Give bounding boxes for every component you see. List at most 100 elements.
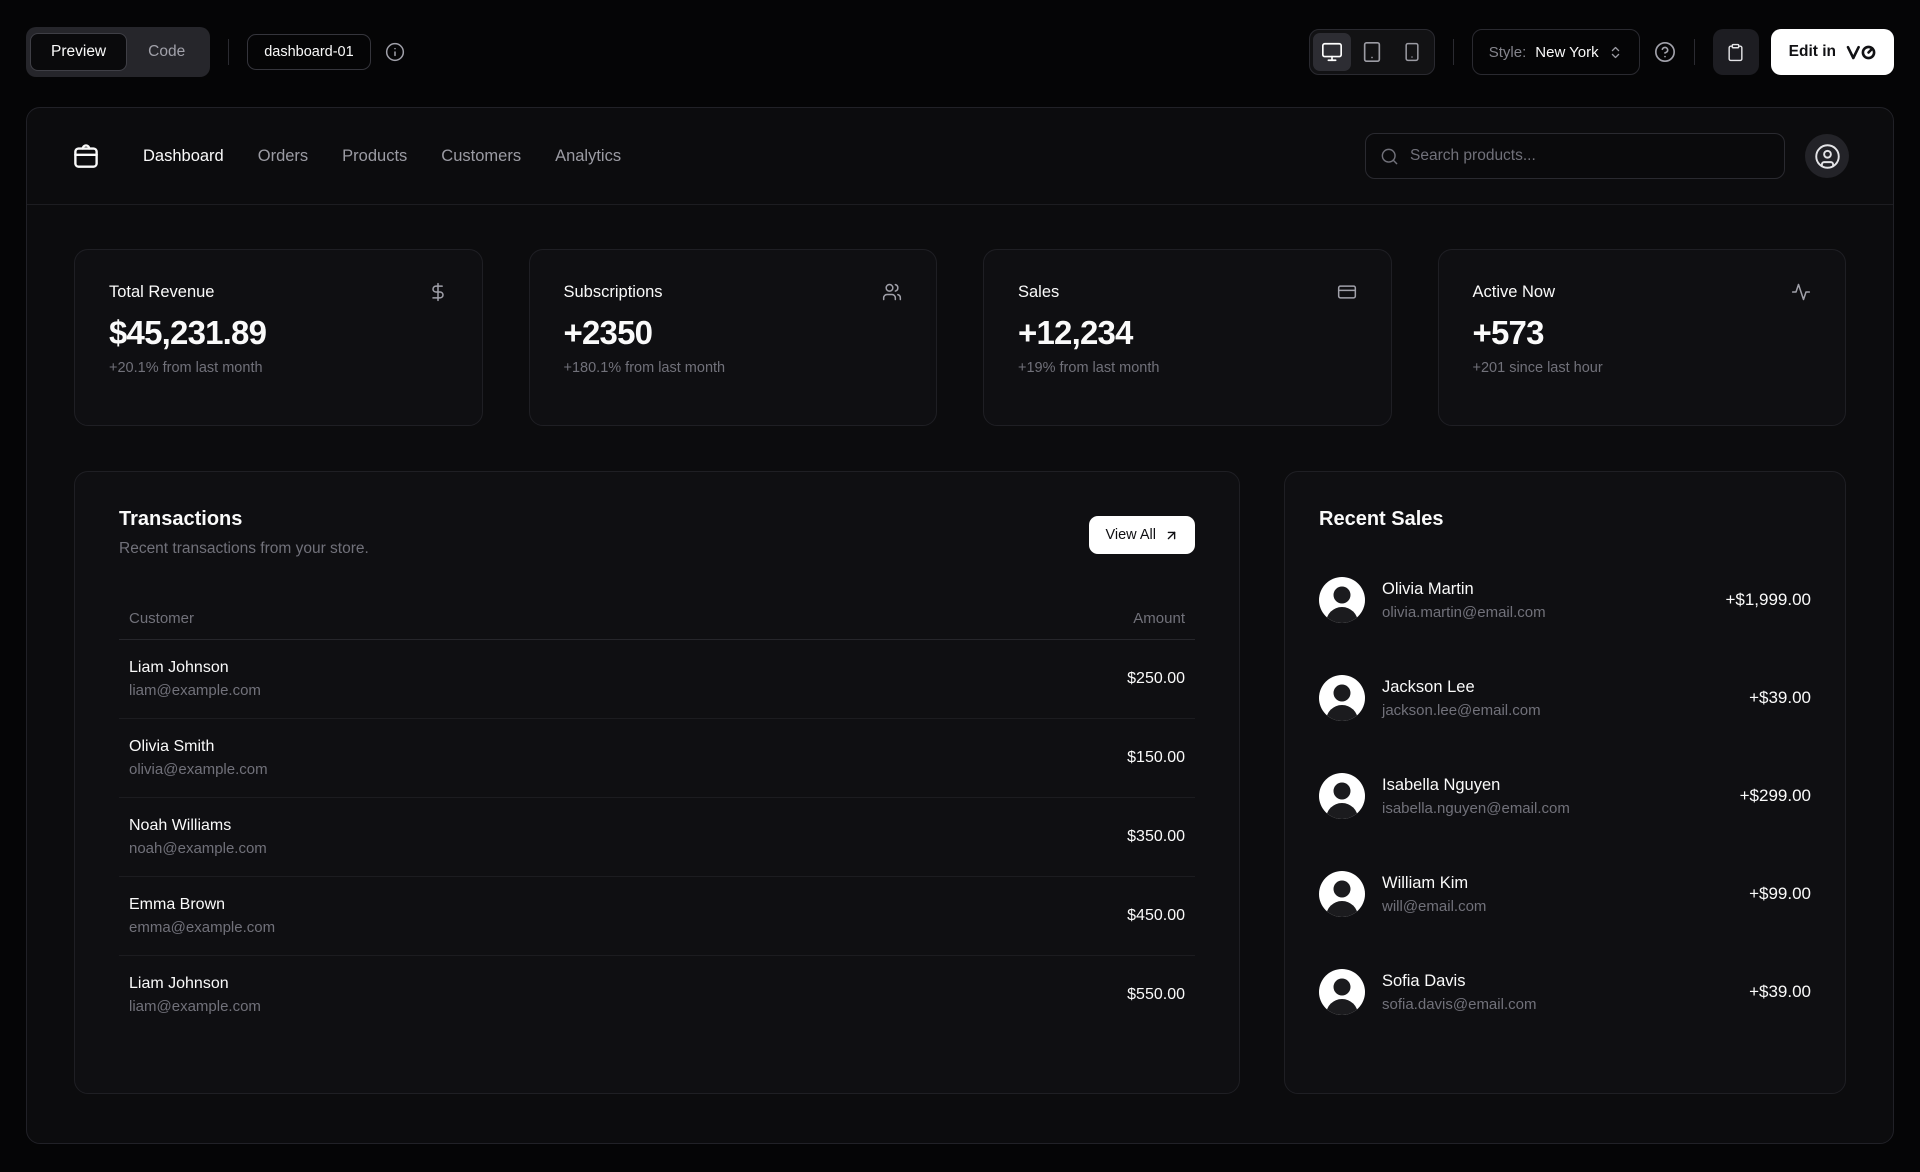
nav-links: Dashboard Orders Products Customers Anal…: [143, 147, 621, 166]
tablet-icon[interactable]: [1353, 33, 1391, 71]
transaction-amount: $250.00: [1127, 670, 1185, 687]
copy-code-button[interactable]: [1712, 29, 1759, 75]
customer-email: liam@example.com: [129, 998, 261, 1015]
transactions-title: Transactions: [119, 508, 243, 530]
avatar: [1319, 773, 1365, 819]
nav-orders[interactable]: Orders: [258, 147, 308, 166]
stat-value: +573: [1472, 314, 1545, 351]
stat-value: $45,231.89: [109, 314, 267, 351]
stat-value: +2350: [563, 314, 653, 351]
dashboard-content: Total Revenue $45,231.89 +20.1% from las…: [27, 205, 1893, 1094]
style-value: New York: [1535, 43, 1599, 61]
user-circle-icon: [1814, 143, 1840, 169]
stat-value: +12,234: [1018, 314, 1133, 351]
stat-change: +180.1% from last month: [563, 360, 726, 376]
sale-email: olivia.martin@email.com: [1382, 603, 1546, 621]
transaction-amount: $350.00: [1127, 828, 1185, 845]
edit-in-v0-label: Edit in: [1788, 43, 1836, 60]
stat-card-active-now: Active Now +573 +201 since last hour: [1437, 249, 1846, 426]
v0-logo: [1846, 45, 1876, 59]
search-box: [1365, 133, 1785, 179]
tab-preview[interactable]: Preview: [30, 33, 128, 71]
clipboard-icon: [1728, 43, 1743, 61]
transaction-amount: $450.00: [1127, 907, 1185, 924]
sale-amount: +$39.00: [1749, 982, 1811, 1001]
search-input[interactable]: [1410, 147, 1770, 165]
stat-change: +19% from last month: [1018, 360, 1160, 376]
avatar: [1319, 675, 1365, 721]
list-item: Jackson Lee jackson.lee@email.com +$39.0…: [1319, 659, 1811, 737]
view-all-label: View All: [1105, 527, 1156, 543]
app-navbar: Dashboard Orders Products Customers Anal…: [27, 108, 1893, 205]
sale-email: isabella.nguyen@email.com: [1382, 799, 1570, 817]
customer-name: Liam Johnson: [129, 975, 229, 992]
help-circle-icon[interactable]: [1654, 41, 1676, 63]
transaction-amount: $150.00: [1127, 749, 1185, 766]
sale-amount: +$299.00: [1739, 786, 1811, 805]
sale-email: will@email.com: [1382, 897, 1487, 915]
list-item: William Kim will@email.com +$99.00: [1319, 855, 1811, 933]
search-icon: [1381, 148, 1398, 164]
divider: [228, 39, 230, 65]
recent-sales-title: Recent Sales: [1319, 508, 1444, 530]
divider: [1693, 39, 1695, 65]
avatar: [1319, 577, 1365, 623]
customer-email: noah@example.com: [129, 840, 267, 857]
users-icon: [882, 282, 902, 302]
customer-email: emma@example.com: [129, 919, 276, 936]
stats-row: Total Revenue $45,231.89 +20.1% from las…: [74, 249, 1846, 426]
stat-change: +20.1% from last month: [109, 360, 263, 376]
customer-name: Emma Brown: [129, 896, 226, 913]
stat-title: Active Now: [1472, 282, 1556, 301]
transactions-subtitle: Recent transactions from your store.: [119, 540, 369, 557]
transactions-table: Customer Amount Liam Johnson liam@exampl…: [119, 598, 1195, 1034]
table-row: Olivia Smith olivia@example.com $150.00: [119, 719, 1195, 798]
store-icon[interactable]: [71, 141, 101, 171]
stat-change: +201 since last hour: [1472, 360, 1603, 376]
smartphone-icon[interactable]: [1393, 33, 1431, 71]
block-name-badge: dashboard-01: [247, 34, 371, 70]
tab-code[interactable]: Code: [127, 33, 206, 71]
nav-customers[interactable]: Customers: [441, 147, 521, 166]
customer-email: liam@example.com: [129, 682, 261, 699]
customer-email: olivia@example.com: [129, 761, 268, 778]
user-menu-button[interactable]: [1805, 134, 1849, 178]
table-row: Liam Johnson liam@example.com $250.00: [119, 640, 1195, 719]
table-header: Customer Amount: [119, 598, 1195, 640]
arrow-up-right-icon: [1167, 531, 1176, 539]
stat-title: Sales: [1018, 282, 1060, 301]
nav-products[interactable]: Products: [342, 147, 407, 166]
credit-card-icon: [1337, 282, 1357, 302]
customer-name: Noah Williams: [129, 817, 232, 834]
chevrons-up-down-icon: [1611, 46, 1619, 58]
stat-title: Total Revenue: [109, 282, 215, 301]
nav-dashboard[interactable]: Dashboard: [143, 147, 224, 166]
column-customer: Customer: [129, 610, 195, 627]
sale-name: Isabella Nguyen: [1382, 775, 1501, 794]
activity-icon: [1791, 282, 1811, 302]
style-label: Style:: [1488, 43, 1527, 61]
nav-analytics[interactable]: Analytics: [555, 147, 621, 166]
recent-sales-list: Olivia Martin olivia.martin@email.com +$…: [1319, 561, 1811, 1031]
sale-amount: +$39.00: [1749, 688, 1811, 707]
dollar-sign-icon: [428, 282, 448, 302]
sale-email: jackson.lee@email.com: [1382, 701, 1541, 719]
edit-in-v0-button[interactable]: Edit in: [1770, 29, 1894, 75]
view-all-button[interactable]: View All: [1089, 516, 1195, 554]
sale-name: William Kim: [1382, 873, 1469, 892]
style-select[interactable]: Style: New York: [1471, 29, 1640, 75]
list-item: Isabella Nguyen isabella.nguyen@email.co…: [1319, 757, 1811, 835]
monitor-icon[interactable]: [1312, 33, 1351, 71]
avatar: [1319, 871, 1365, 917]
list-item: Olivia Martin olivia.martin@email.com +$…: [1319, 561, 1811, 639]
stat-card-subscriptions: Subscriptions +2350 +180.1% from last mo…: [528, 249, 937, 426]
info-icon[interactable]: [385, 42, 405, 62]
stat-title: Subscriptions: [563, 282, 663, 301]
sale-name: Sofia Davis: [1382, 971, 1466, 990]
list-item: Sofia Davis sofia.davis@email.com +$39.0…: [1319, 953, 1811, 1031]
column-amount: Amount: [1133, 610, 1185, 627]
customer-name: Olivia Smith: [129, 738, 215, 755]
recent-sales-card: Recent Sales Olivia Martin olivia.martin…: [1284, 471, 1846, 1094]
divider: [1452, 39, 1454, 65]
preview-toolbar: Preview Code dashboard-01 Style: New Yor…: [26, 24, 1894, 80]
